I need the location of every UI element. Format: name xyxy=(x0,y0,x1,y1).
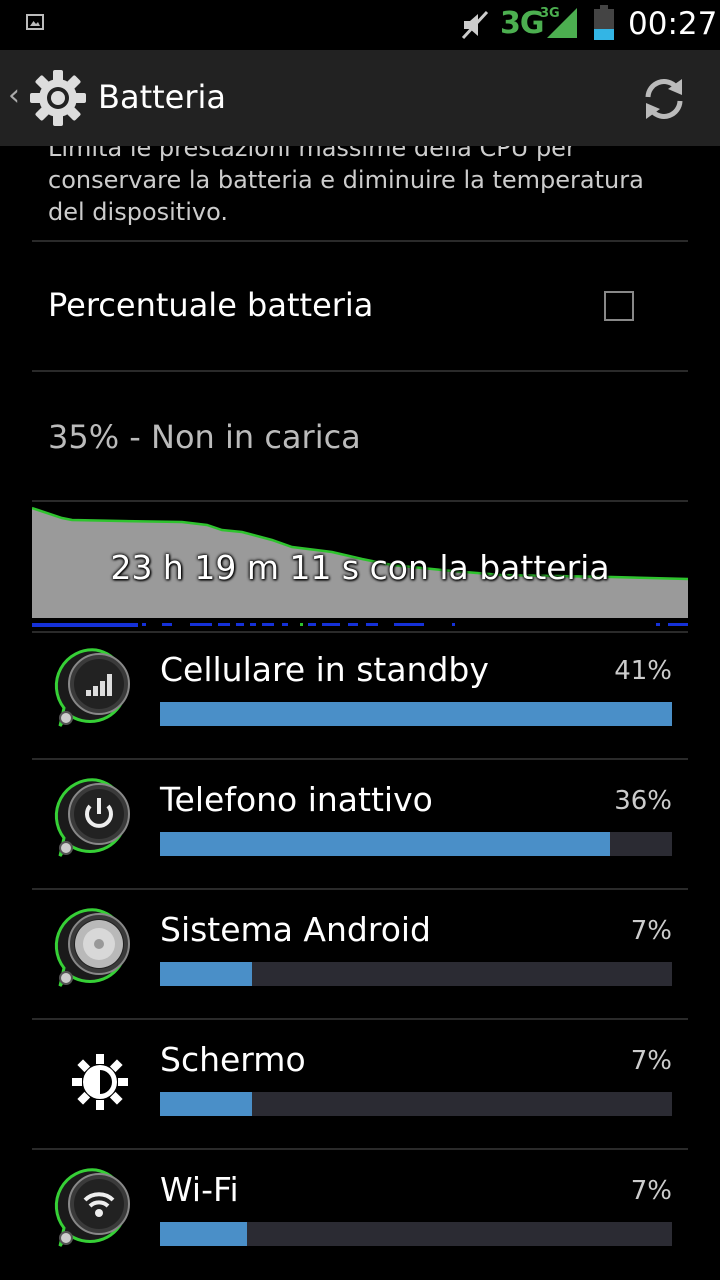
wifi-icon xyxy=(54,1166,138,1250)
brightness-icon xyxy=(56,1038,140,1122)
usage-bar-track xyxy=(160,962,672,986)
usage-bar-track xyxy=(160,832,672,856)
usage-percent: 7% xyxy=(630,1176,672,1206)
signal-icon xyxy=(547,8,577,38)
cpu-limit-summary: Limita le prestazioni massime della CPU … xyxy=(48,146,644,226)
usage-bar-fill xyxy=(160,1222,248,1246)
usage-percent: 36% xyxy=(614,786,672,816)
usage-bar-track xyxy=(160,702,672,726)
clock: 00:27 xyxy=(628,6,718,42)
network-type: 3G xyxy=(500,6,544,41)
usage-bar-fill xyxy=(160,832,610,856)
usage-name: Schermo xyxy=(160,1040,306,1079)
battery-percentage-checkbox[interactable] xyxy=(604,291,634,321)
android-system-icon xyxy=(54,906,138,990)
usage-bar-track xyxy=(160,1092,672,1116)
status-bar: 3G 3G 00:27 xyxy=(0,0,720,50)
usage-row[interactable]: Wi-Fi 7% xyxy=(0,1150,720,1280)
usage-percent: 7% xyxy=(630,1046,672,1076)
back-chevron-icon[interactable]: ‹ xyxy=(8,78,20,113)
usage-row[interactable]: Sistema Android 7% xyxy=(0,890,720,1020)
usage-bar-track xyxy=(160,1222,672,1246)
usage-row[interactable]: Schermo 7% xyxy=(0,1020,720,1150)
image-notification-icon xyxy=(26,14,44,30)
usage-row[interactable]: Telefono inattivo 36% xyxy=(0,760,720,890)
usage-name: Sistema Android xyxy=(160,910,431,949)
power-icon xyxy=(54,776,138,860)
battery-percentage-label: Percentuale batteria xyxy=(48,286,374,324)
battery-settings-list[interactable]: Limita le prestazioni massime della CPU … xyxy=(0,146,720,1280)
cell-signal-icon xyxy=(54,646,138,730)
usage-name: Wi-Fi xyxy=(160,1170,239,1209)
battery-status: 35% - Non in carica xyxy=(48,418,361,456)
usage-bar-fill xyxy=(160,702,672,726)
page-title: Batteria xyxy=(98,78,226,116)
usage-percent: 7% xyxy=(630,916,672,946)
mute-icon xyxy=(461,10,489,40)
usage-bar-fill xyxy=(160,1092,253,1116)
usage-name: Cellulare in standby xyxy=(160,650,489,689)
usage-bar-fill xyxy=(160,962,253,986)
settings-gear-icon[interactable] xyxy=(28,68,88,128)
usage-percent: 41% xyxy=(614,656,672,686)
battery-icon xyxy=(594,5,614,40)
battery-duration-label: 23 h 19 m 11 s con la batteria xyxy=(110,548,610,587)
refresh-icon[interactable] xyxy=(638,73,690,125)
usage-row[interactable]: Cellulare in standby 41% xyxy=(0,630,720,760)
usage-name: Telefono inattivo xyxy=(160,780,433,819)
signal-strength-strip xyxy=(32,623,688,627)
action-bar: ‹ Batteria xyxy=(0,50,720,146)
divider xyxy=(32,370,688,372)
